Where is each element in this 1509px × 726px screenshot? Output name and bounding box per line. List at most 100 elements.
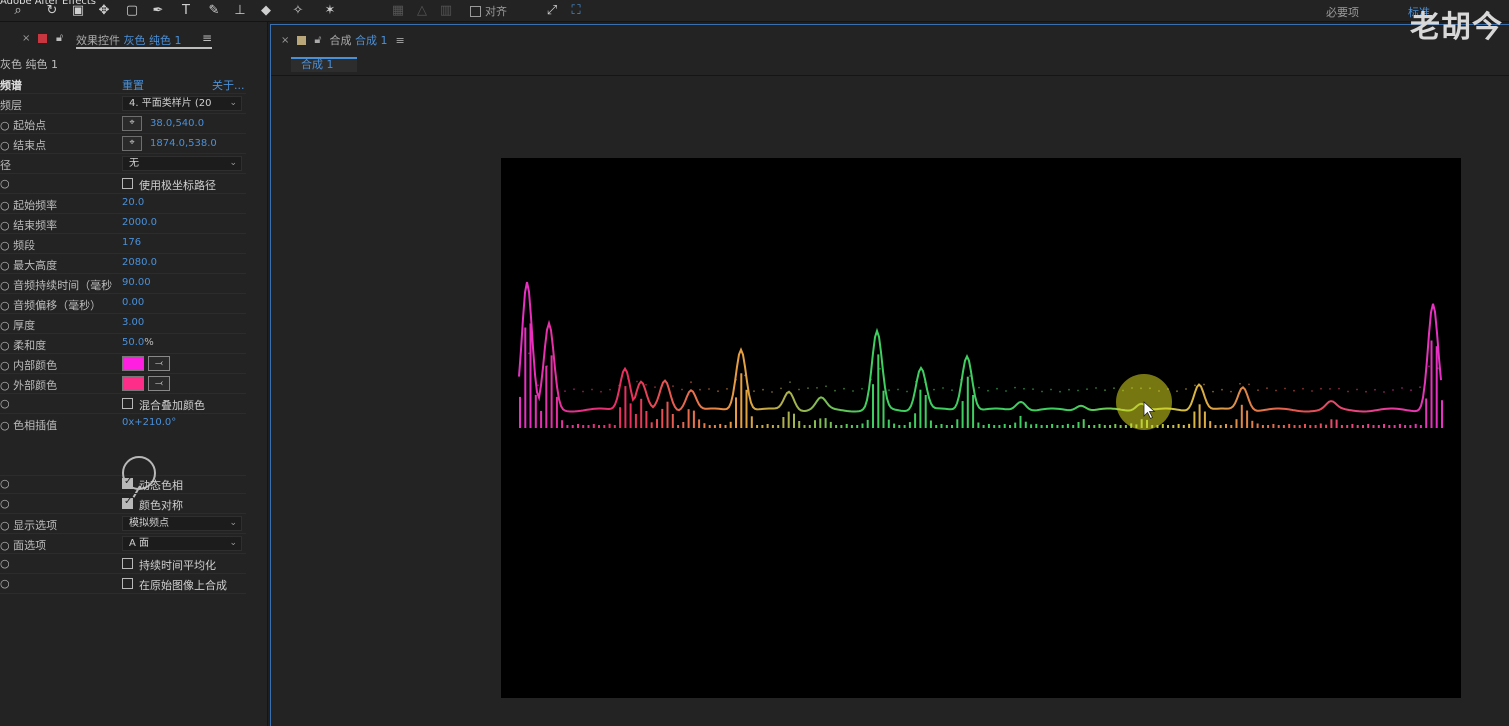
spectrum-bar	[682, 422, 685, 428]
start-freq-value[interactable]: 20.0	[122, 197, 144, 208]
end-point-value[interactable]: 1874.0,538.0	[150, 138, 217, 149]
panel-menu-icon[interactable]: ≡	[396, 34, 405, 47]
lock-icon[interactable]: 🔓︎	[56, 31, 63, 45]
audio-duration-value[interactable]: 90.00	[122, 277, 151, 288]
stopwatch-icon[interactable]: ○	[0, 477, 10, 490]
spectrum-bar	[1288, 424, 1291, 428]
spectrum-dot	[996, 387, 998, 390]
outside-color-swatch[interactable]	[122, 376, 144, 391]
effect-name[interactable]: 频谱	[0, 77, 22, 93]
roto-brush-tool-icon[interactable]: ✧	[290, 3, 306, 19]
spectrum-dot	[1176, 390, 1178, 393]
spectrum-bar	[814, 420, 816, 428]
spectrum-bar	[1177, 424, 1180, 428]
blend-overlap-checkbox[interactable]	[122, 398, 133, 409]
workspace-essentials[interactable]: 必要项	[1326, 4, 1359, 20]
spectrum-dot	[969, 375, 971, 377]
snap-options-icon[interactable]: ⤢	[544, 3, 560, 19]
spectrum-bar	[1182, 425, 1185, 428]
inside-color-swatch[interactable]	[122, 356, 144, 371]
spectrum-dot	[924, 381, 926, 384]
spectrum-bar	[1414, 423, 1417, 428]
thickness-value[interactable]: 3.00	[122, 317, 144, 328]
spectrum-bar	[982, 425, 985, 428]
spectrum-dot	[1437, 367, 1439, 370]
brush-tool-icon[interactable]: ✎	[206, 3, 222, 19]
spectrum-bar	[945, 425, 948, 428]
axis-view-icon[interactable]: ▥	[438, 3, 454, 19]
spectrum-dot	[1257, 389, 1259, 392]
color-symmetry-checkbox[interactable]	[122, 496, 133, 509]
stamp-tool-icon[interactable]: ⊥	[232, 3, 248, 19]
close-icon[interactable]: ×	[22, 33, 30, 44]
pen-tool-icon[interactable]: ✒	[150, 3, 166, 19]
snap-checkbox[interactable]	[470, 5, 481, 17]
stopwatch-icon[interactable]: ○	[0, 577, 10, 590]
path-dropdown[interactable]: 无 ⌄	[122, 156, 242, 171]
stopwatch-icon[interactable]: ○	[0, 177, 10, 190]
spectrum-bar	[692, 410, 695, 428]
eyedropper-icon[interactable]: ⤙	[148, 376, 170, 391]
rotate-tool-icon[interactable]: ↻	[44, 3, 60, 19]
dynamic-hue-checkbox[interactable]	[122, 476, 133, 489]
about-link[interactable]: 关于...	[212, 77, 245, 93]
composite-original-checkbox[interactable]	[122, 578, 133, 589]
text-tool-icon[interactable]: T	[178, 3, 194, 19]
spectrum-bar	[887, 419, 890, 428]
crosshair-icon[interactable]: ⌖	[122, 136, 142, 151]
end-point-row: ○ 结束点 ⌖ 1874.0,538.0	[0, 134, 246, 154]
snap-toggle[interactable]: 对齐	[470, 3, 507, 19]
spectrum-bar	[677, 425, 680, 428]
audio-layer-label: 频层	[0, 99, 22, 112]
rectangle-tool-icon[interactable]: ▢	[124, 3, 140, 19]
spectrum-bar	[1430, 340, 1433, 428]
stopwatch-icon[interactable]: ○	[0, 557, 10, 570]
panel-menu-icon[interactable]: ≡	[202, 31, 212, 45]
composition-tab[interactable]: × 🔓︎ 合成 合成 1 ≡	[281, 31, 405, 49]
eraser-tool-icon[interactable]: ◆	[258, 3, 274, 19]
spectrum-dot	[753, 390, 755, 392]
spectrum-bar	[787, 411, 790, 428]
pan-behind-tool-icon[interactable]: ✥	[96, 3, 112, 19]
softness-value[interactable]: 50.0%	[122, 337, 154, 348]
stopwatch-icon[interactable]: ○	[0, 397, 10, 410]
lock-icon[interactable]: 🔓︎	[314, 33, 321, 47]
snap-feature-icon[interactable]: ⛶	[568, 3, 584, 19]
spectrum-dot	[1059, 390, 1061, 393]
axis-world-icon[interactable]: △	[414, 3, 430, 19]
hue-interp-value[interactable]: 0x+210.0°	[122, 417, 176, 428]
bands-value[interactable]: 176	[122, 237, 141, 248]
composition-subtab[interactable]: 合成 1	[291, 57, 357, 72]
camera-tool-icon[interactable]: ▣	[70, 3, 86, 19]
polar-path-checkbox[interactable]	[122, 178, 133, 189]
effect-controls-tab[interactable]: × 🔓︎ 效果控件 灰色 纯色 1 ≡	[0, 30, 268, 49]
spectrum-dot	[1410, 389, 1412, 392]
crosshair-icon[interactable]: ⌖	[122, 116, 142, 131]
eyedropper-icon[interactable]: ⤙	[148, 356, 170, 371]
composition-viewer[interactable]	[501, 158, 1461, 698]
spectrum-bar	[956, 419, 959, 428]
start-point-value[interactable]: 38.0,540.0	[150, 118, 204, 129]
spectrum-bar	[1240, 404, 1243, 428]
close-icon[interactable]: ×	[281, 35, 289, 46]
spectrum-dot	[879, 367, 881, 370]
spectrum-bar	[987, 424, 990, 428]
spectrum-dot	[1374, 388, 1376, 391]
display-options-dropdown[interactable]: 模拟频点 ⌄	[122, 516, 242, 531]
audio-layer-dropdown[interactable]: 4. 平面类样片 (20 ⌄	[122, 96, 242, 111]
max-height-value[interactable]: 2080.0	[122, 257, 157, 268]
axis-local-icon[interactable]: ▦	[390, 3, 406, 19]
end-freq-value[interactable]: 2000.0	[122, 217, 157, 228]
audio-offset-value[interactable]: 0.00	[122, 297, 144, 308]
duration-average-checkbox[interactable]	[122, 558, 133, 569]
side-options-dropdown[interactable]: A 面 ⌄	[122, 536, 242, 551]
spectrum-dot	[591, 388, 593, 391]
puppet-tool-icon[interactable]: ✶	[322, 3, 338, 19]
stopwatch-icon[interactable]: ○	[0, 497, 10, 510]
zoom-tool-icon[interactable]: ⌕	[10, 3, 26, 19]
spectrum-bar	[782, 417, 785, 428]
display-options-label: ○ 显示选项	[0, 519, 58, 532]
spectrum-dot	[762, 388, 764, 391]
reset-link[interactable]: 重置	[122, 77, 144, 93]
spectrum-bar	[1230, 425, 1233, 428]
